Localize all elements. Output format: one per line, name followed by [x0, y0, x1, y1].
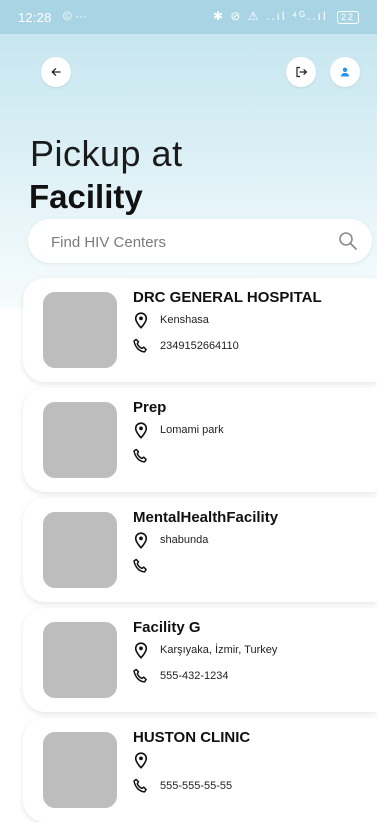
facility-name: HUSTON CLINIC [133, 729, 251, 746]
facility-phone: 555-432-1234 [160, 670, 229, 682]
facility-thumbnail [43, 402, 117, 478]
location-pin-icon [133, 311, 149, 329]
facility-name: Prep [133, 399, 167, 416]
facility-address: Kenshasa [160, 314, 209, 326]
facility-card[interactable]: HUSTON CLINIC 555-555-55-55 [23, 718, 377, 822]
facility-phone: 2349152664110 [160, 340, 239, 352]
facility-name: DRC GENERAL HOSPITAL [133, 289, 322, 306]
facility-address-row: Karşıyaka, İzmir, Turkey [133, 641, 277, 659]
facility-address: shabunda [160, 534, 209, 546]
facility-card[interactable]: Prep Lomami park [23, 388, 377, 492]
facility-phone-row: 555-432-1234 [133, 667, 229, 685]
phone-icon[interactable] [133, 557, 149, 575]
facility-address-row: Kenshasa [133, 311, 209, 329]
phone-icon[interactable] [133, 667, 149, 685]
facility-name: MentalHealthFacility [133, 509, 279, 526]
facility-address-row: shabunda [133, 531, 208, 549]
facility-thumbnail [43, 512, 117, 588]
facility-card[interactable]: DRC GENERAL HOSPITAL Kenshasa 2349152664… [23, 278, 377, 382]
facility-address: Karşıyaka, İzmir, Turkey [160, 644, 278, 656]
location-pin-icon [133, 421, 149, 439]
facility-phone-row: 2349152664110 [133, 337, 239, 355]
facility-thumbnail [43, 622, 117, 698]
facility-address: Lomami park [160, 424, 224, 436]
logout-icon [295, 66, 307, 78]
status-left-icons: © ··· [63, 9, 88, 23]
status-signal-icons: ✱ ⊘ ⚠ ..ıl ⁴ᴳ..ıl [212, 9, 328, 23]
location-pin-icon [133, 531, 149, 549]
arrow-left-icon [51, 68, 61, 76]
phone-icon[interactable] [133, 337, 149, 355]
facility-name: Facility G [133, 619, 201, 636]
facility-card[interactable]: MentalHealthFacility shabunda [23, 498, 377, 602]
search-icon[interactable] [338, 231, 358, 251]
back-button[interactable] [41, 57, 71, 87]
facility-phone-row [133, 447, 160, 465]
facility-thumbnail [43, 732, 117, 808]
location-pin-icon [133, 641, 149, 659]
person-icon [341, 67, 349, 77]
facility-thumbnail [43, 292, 117, 368]
facility-phone-row: 555-555-55-55 [133, 777, 232, 795]
facility-card[interactable]: Facility G Karşıyaka, İzmir, Turkey 555-… [23, 608, 377, 712]
search-input[interactable] [49, 219, 333, 265]
status-right-icons: ✱ ⊘ ⚠ ..ıl ⁴ᴳ..ıl 22 [213, 9, 359, 24]
facility-address-row [133, 751, 160, 769]
status-bar: 12:28 © ··· ✱ ⊘ ⚠ ..ıl ⁴ᴳ..ıl 22 [0, 0, 377, 34]
location-pin-icon [133, 751, 149, 769]
battery-icon: 22 [336, 11, 359, 24]
status-time: 12:28 [18, 10, 52, 25]
page-title-light: Pickup at [30, 133, 183, 174]
search-bar [28, 219, 372, 265]
phone-icon[interactable] [133, 447, 149, 465]
facility-phone-row [133, 557, 160, 575]
logout-button[interactable] [286, 57, 316, 87]
page-title-bold: Facility [29, 178, 143, 215]
facility-address-row: Lomami park [133, 421, 224, 439]
facility-phone: 555-555-55-55 [160, 780, 233, 792]
phone-icon[interactable] [133, 777, 149, 795]
profile-button[interactable] [330, 57, 360, 87]
